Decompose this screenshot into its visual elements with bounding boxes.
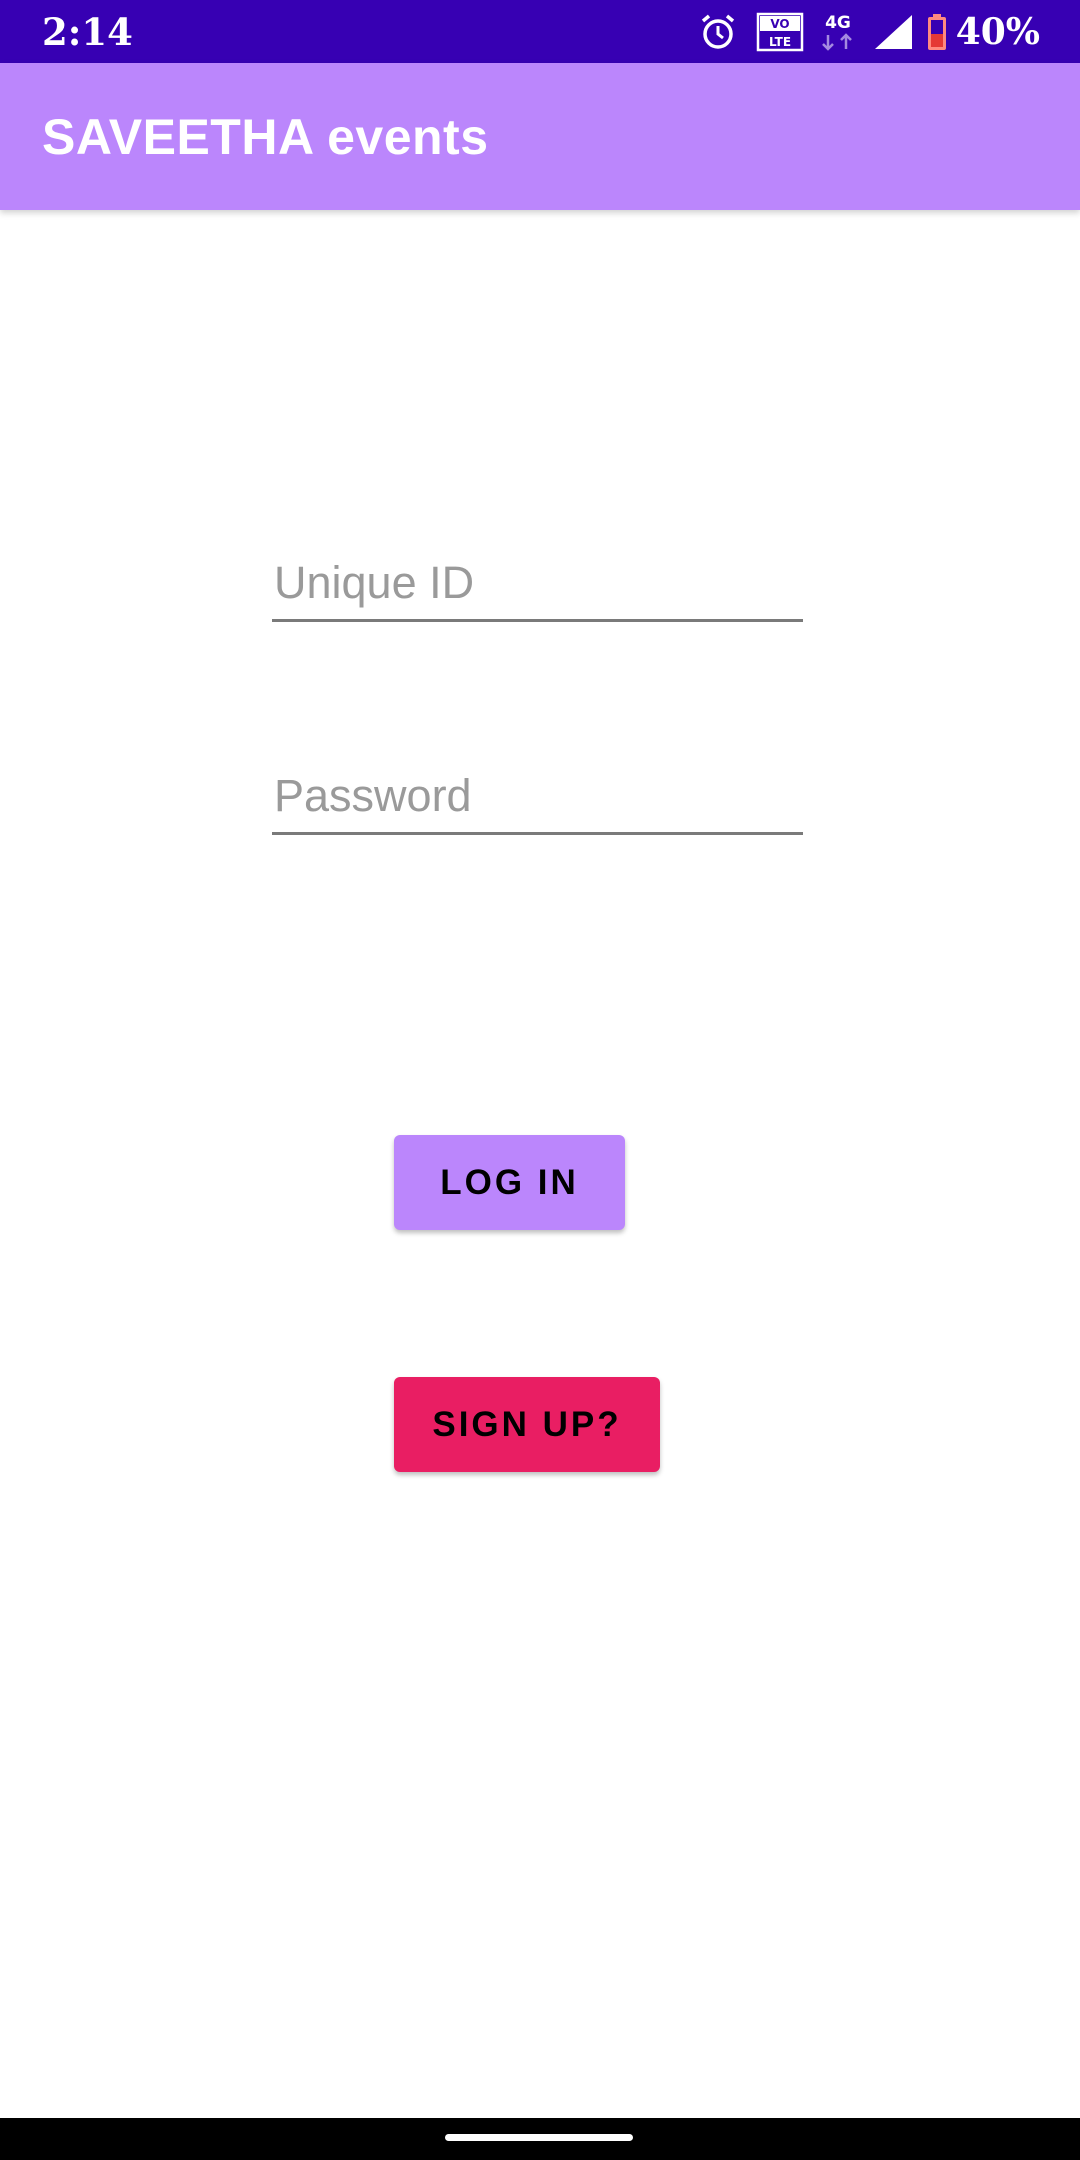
app-title: SAVEETHA events (42, 109, 489, 165)
login-screen: 2:14 VO LTE 4G 40% SAVEETHA events Uniqu… (0, 0, 1080, 2160)
navigation-bar (0, 2118, 1080, 2160)
status-icons: VO LTE 4G 40% (698, 0, 1040, 63)
battery-icon (926, 13, 948, 51)
status-time: 2:14 (42, 10, 133, 54)
network-4g-icon: 4G (818, 10, 858, 54)
signup-button[interactable]: SIGN UP? (394, 1377, 660, 1472)
svg-text:LTE: LTE (769, 35, 791, 49)
home-gesture-handle[interactable] (445, 2134, 633, 2141)
battery-percentage: 40% (955, 10, 1040, 53)
unique-id-input[interactable] (272, 552, 803, 622)
password-input[interactable] (272, 765, 803, 835)
status-bar: 2:14 VO LTE 4G 40% (0, 0, 1080, 63)
signal-icon (872, 13, 914, 51)
volte-icon: VO LTE (756, 12, 804, 52)
alarm-icon (698, 12, 738, 52)
svg-text:VO: VO (770, 17, 789, 31)
app-bar: SAVEETHA events (0, 63, 1080, 210)
login-button[interactable]: LOG IN (394, 1135, 625, 1230)
svg-text:4G: 4G (825, 13, 851, 33)
